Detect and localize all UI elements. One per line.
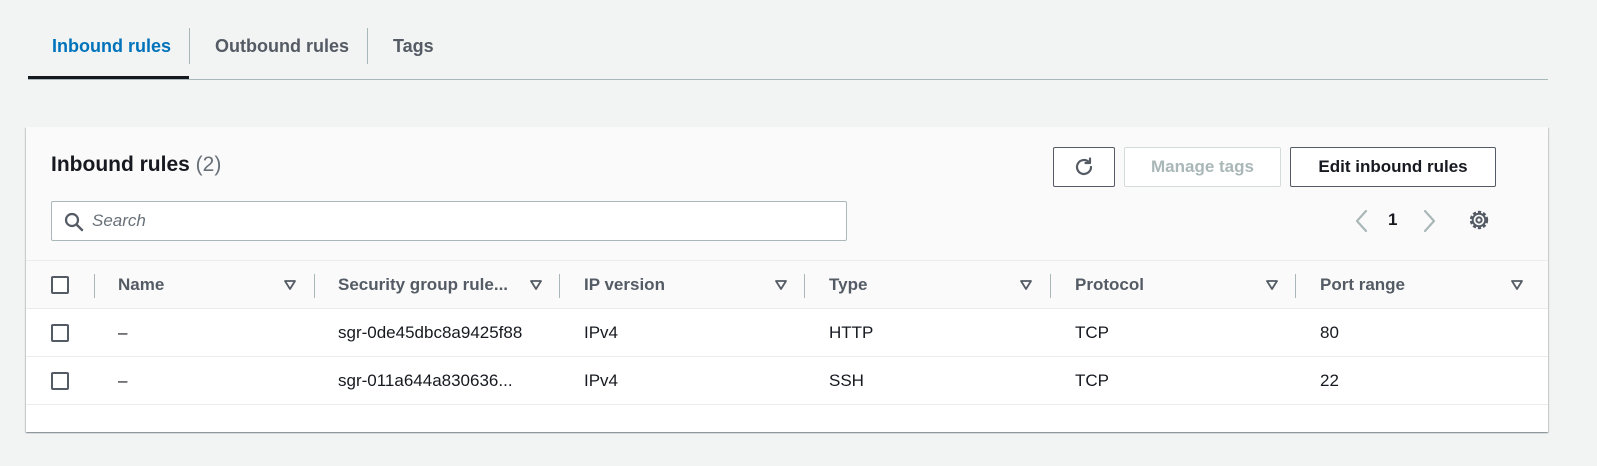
tab-inbound-rules[interactable]: Inbound rules	[52, 28, 171, 80]
cell-port-range: 80	[1320, 323, 1339, 342]
tab-divider	[189, 28, 190, 64]
cell-type: HTTP	[829, 323, 874, 342]
previous-page-icon[interactable]	[1351, 207, 1373, 235]
row-checkbox[interactable]	[51, 372, 69, 390]
cell-port-range: 22	[1320, 371, 1339, 390]
sort-icon[interactable]	[774, 278, 788, 292]
active-tab-indicator	[28, 76, 189, 79]
cell-type: SSH	[829, 371, 864, 390]
sort-icon[interactable]	[1019, 278, 1033, 292]
sort-icon[interactable]	[1510, 278, 1524, 292]
panel-title: Inbound rules (2)	[51, 153, 221, 177]
search-input[interactable]	[92, 202, 832, 240]
tab-tags[interactable]: Tags	[393, 28, 434, 80]
manage-tags-button[interactable]: Manage tags	[1124, 147, 1281, 187]
tab-bar: Inbound rules Outbound rules Tags	[28, 0, 1548, 80]
inbound-rules-panel: Inbound rules (2) Manage tags Edit inbou…	[26, 127, 1548, 432]
column-header-protocol[interactable]: Protocol	[1075, 275, 1144, 295]
table-header-row: Name Security group rule... IP version T…	[26, 261, 1548, 309]
edit-inbound-rules-button[interactable]: Edit inbound rules	[1290, 147, 1496, 187]
sort-icon[interactable]	[283, 278, 297, 292]
rule-count: (2)	[195, 153, 222, 176]
gear-icon[interactable]	[1466, 207, 1492, 233]
column-header-security-group-rule[interactable]: Security group rule...	[338, 275, 508, 295]
next-page-icon[interactable]	[1418, 207, 1440, 235]
cell-name: –	[118, 371, 128, 390]
panel-title-text: Inbound rules	[51, 153, 190, 176]
table-row[interactable]: – sgr-0de45dbc8a9425f88 IPv4 HTTP TCP 80	[26, 309, 1548, 357]
row-checkbox[interactable]	[51, 324, 69, 342]
cell-ip-version: IPv4	[584, 323, 619, 342]
cell-protocol: TCP	[1075, 323, 1109, 342]
column-divider[interactable]	[1295, 274, 1296, 298]
tab-outbound-rules[interactable]: Outbound rules	[215, 28, 349, 80]
column-header-name[interactable]: Name	[118, 275, 164, 295]
column-divider[interactable]	[804, 274, 805, 298]
search-box	[51, 201, 847, 241]
column-divider[interactable]	[559, 274, 560, 298]
cell-name: –	[118, 323, 128, 342]
column-header-type[interactable]: Type	[829, 275, 867, 295]
sort-icon[interactable]	[1265, 278, 1279, 292]
sort-icon[interactable]	[529, 278, 543, 292]
cell-ip-version: IPv4	[584, 371, 619, 390]
column-divider[interactable]	[1050, 274, 1051, 298]
cell-rule-id[interactable]: sgr-011a644a830636...	[338, 371, 513, 391]
panel-header: Inbound rules (2) Manage tags Edit inbou…	[26, 127, 1548, 261]
tab-divider	[367, 28, 368, 64]
column-header-ip-version[interactable]: IP version	[584, 275, 665, 295]
column-header-port-range[interactable]: Port range	[1320, 275, 1405, 295]
search-icon	[64, 212, 84, 232]
table-row[interactable]: – sgr-011a644a830636... IPv4 SSH TCP 22	[26, 357, 1548, 405]
column-divider[interactable]	[314, 274, 315, 298]
refresh-button[interactable]	[1053, 147, 1115, 187]
current-page-number[interactable]: 1	[1388, 210, 1402, 238]
cell-protocol: TCP	[1075, 371, 1109, 390]
column-divider	[94, 274, 95, 298]
cell-rule-id[interactable]: sgr-0de45dbc8a9425f88	[338, 323, 522, 343]
refresh-icon	[1075, 157, 1093, 176]
select-all-checkbox[interactable]	[51, 276, 69, 294]
